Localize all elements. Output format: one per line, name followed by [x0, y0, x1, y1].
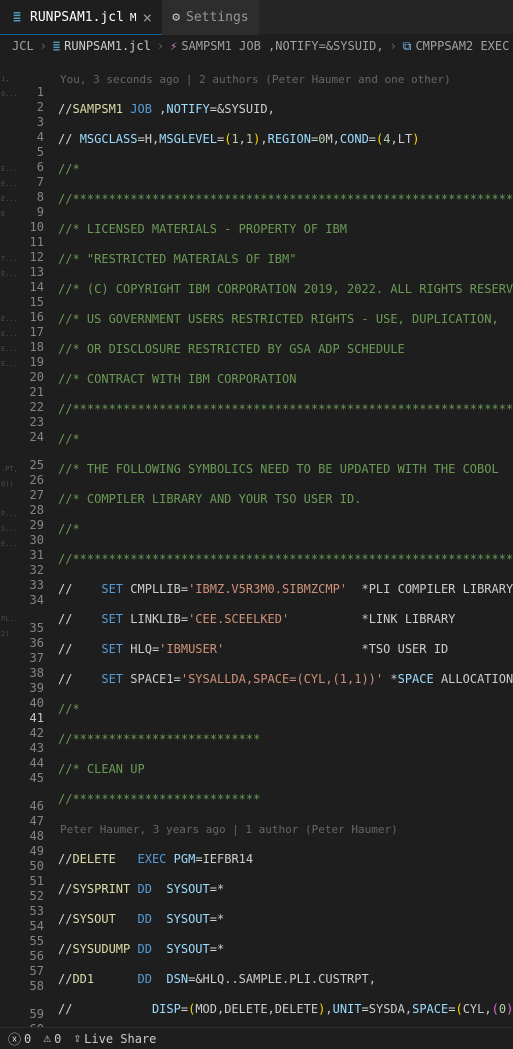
modified-badge: M: [130, 11, 137, 24]
breadcrumb-item[interactable]: JCL: [12, 39, 34, 53]
chevron-right-icon: ›: [157, 39, 164, 53]
tab-label: Settings: [186, 10, 249, 25]
close-icon[interactable]: ×: [143, 8, 153, 27]
warning-count: 0: [54, 1032, 61, 1046]
file-icon: ≣: [10, 10, 24, 25]
breadcrumb-item[interactable]: CMPPSAM2 EXEC PGM=: [415, 39, 513, 53]
gear-icon: ⚙: [172, 10, 180, 25]
symbol-icon: ⚡: [170, 39, 177, 53]
tab-runpsam1[interactable]: ≣ RUNPSAM1.jcl M ×: [0, 0, 162, 35]
breadcrumb-item[interactable]: SAMPSM1 JOB ,NOTIFY=&SYSUID,: [181, 39, 383, 53]
status-errors[interactable]: ⓧ 0: [8, 1029, 31, 1048]
status-liveshare[interactable]: ⇪ Live Share: [73, 1031, 156, 1046]
tab-label: RUNPSAM1.jcl: [30, 10, 124, 25]
liveshare-icon: ⇪: [73, 1031, 81, 1046]
warning-icon: ⚠: [43, 1031, 51, 1046]
breadcrumb[interactable]: JCL › ≣ RUNPSAM1.jcl › ⚡ SAMPSM1 JOB ,NO…: [0, 35, 513, 57]
status-bar: ⓧ 0 ⚠ 0 ⇪ Live Share: [0, 1027, 513, 1049]
status-warnings[interactable]: ⚠ 0: [43, 1031, 61, 1046]
line-number-gutter[interactable]: 1234 5678 9101112 13141516 17181920 2122…: [18, 57, 58, 1027]
tab-settings[interactable]: ⚙ Settings: [162, 0, 258, 35]
chevron-right-icon: ›: [40, 39, 47, 53]
chevron-right-icon: ›: [390, 39, 397, 53]
liveshare-label: Live Share: [84, 1032, 156, 1046]
symbol-icon: ⧉: [403, 39, 412, 54]
codelens-annotation[interactable]: You, 3 seconds ago | 2 authors (Peter Ha…: [58, 72, 513, 87]
breadcrumb-item[interactable]: RUNPSAM1.jcl: [64, 39, 151, 53]
codelens-annotation[interactable]: Peter Haumer, 3 years ago | 1 author (Pe…: [58, 822, 513, 837]
editor-area: 1,0... E...E...E...E T...E...E...E... E.…: [0, 57, 513, 1027]
error-count: 0: [24, 1032, 31, 1046]
file-icon: ≣: [53, 39, 60, 53]
editor-tabs: ≣ RUNPSAM1.jcl M × ⚙ Settings: [0, 0, 513, 35]
code-editor[interactable]: You, 3 seconds ago | 2 authors (Peter Ha…: [58, 57, 513, 1027]
outline-strip[interactable]: 1,0... E...E...E...E T...E...E...E... E.…: [0, 57, 18, 1027]
error-icon: ⓧ: [8, 1029, 21, 1048]
